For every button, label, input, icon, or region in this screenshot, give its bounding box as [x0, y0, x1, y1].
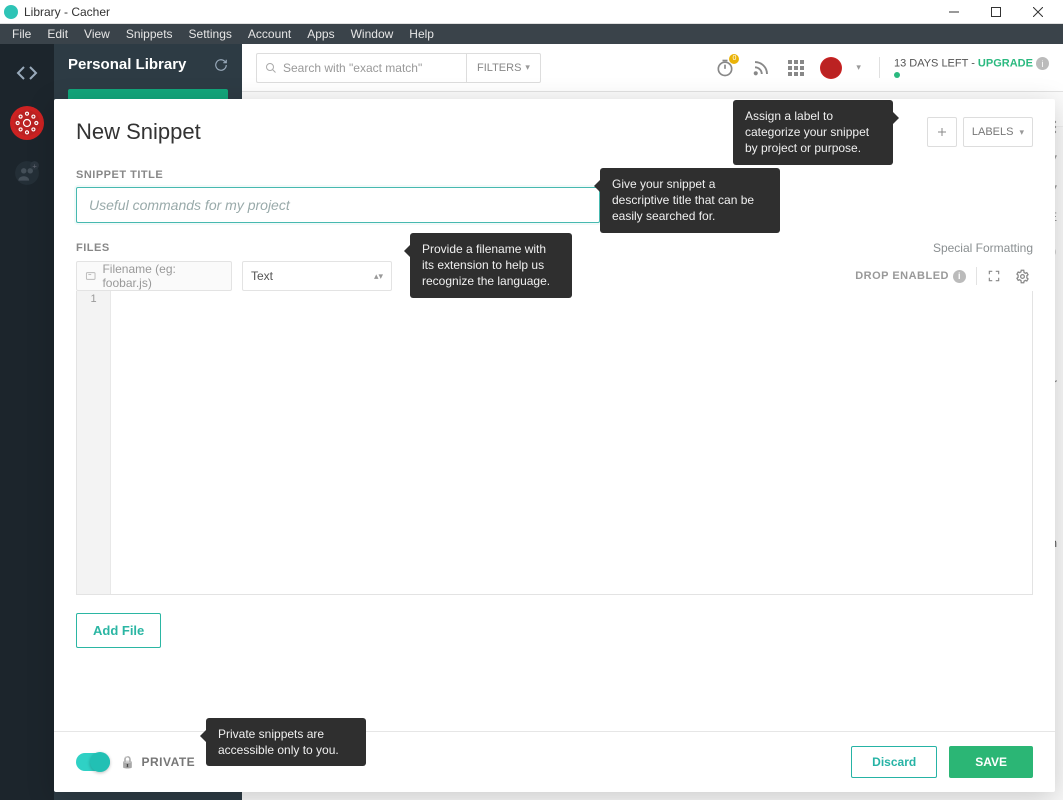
fullscreen-icon[interactable] [987, 269, 1005, 283]
user-avatar[interactable] [820, 57, 842, 79]
modal-title: New Snippet [76, 119, 201, 145]
save-button[interactable]: SAVE [949, 746, 1033, 778]
code-editor[interactable]: 1 [76, 291, 1033, 595]
menu-apps[interactable]: Apps [299, 25, 342, 43]
window-title: Library - Cacher [24, 5, 110, 19]
snippet-title-input[interactable] [76, 187, 600, 223]
left-rail: + [0, 44, 54, 800]
menu-settings[interactable]: Settings [181, 25, 240, 43]
app-menubar: File Edit View Snippets Settings Account… [0, 24, 1063, 44]
drop-enabled-toggle[interactable]: DROP ENABLED i [855, 270, 966, 283]
lock-icon [120, 755, 135, 769]
window-maximize-button[interactable] [975, 0, 1017, 24]
filename-input[interactable]: Filename (eg: foobar.js) [76, 261, 232, 291]
files-section-label: FILES [76, 242, 110, 254]
filters-button[interactable]: FILTERS▾ [466, 53, 541, 83]
filename-placeholder: Filename (eg: foobar.js) [102, 262, 223, 290]
rss-icon[interactable] [750, 57, 772, 79]
timer-icon[interactable]: 0 [714, 57, 736, 79]
labels-dropdown[interactable]: LABELS▾ [963, 117, 1033, 147]
user-menu-chevron-icon[interactable]: ▾ [856, 62, 861, 73]
window-titlebar: Library - Cacher [0, 0, 1063, 24]
menu-help[interactable]: Help [401, 25, 442, 43]
rail-snippets-icon[interactable] [10, 56, 44, 90]
private-toggle[interactable] [76, 753, 110, 771]
search-placeholder: Search with "exact match" [283, 61, 422, 75]
status-dot-icon [894, 72, 900, 78]
private-label: PRIVATE [120, 755, 195, 769]
discard-button[interactable]: Discard [851, 746, 937, 778]
menu-window[interactable]: Window [343, 25, 402, 43]
menu-view[interactable]: View [76, 25, 118, 43]
line-number: 1 [77, 291, 110, 305]
rail-add-team-icon[interactable]: + [10, 156, 44, 190]
title-section-label: SNIPPET TITLE [76, 169, 1033, 181]
svg-text:+: + [32, 162, 37, 171]
editor-gutter: 1 [77, 291, 111, 594]
menu-account[interactable]: Account [240, 25, 299, 43]
language-select[interactable]: Text ▴▾ [242, 261, 392, 291]
window-close-button[interactable] [1017, 0, 1059, 24]
add-label-button[interactable] [927, 117, 957, 147]
menu-snippets[interactable]: Snippets [118, 25, 181, 43]
menu-edit[interactable]: Edit [39, 25, 76, 43]
editor-textarea[interactable] [111, 291, 1032, 594]
refresh-icon[interactable] [214, 58, 228, 72]
rail-avatar-icon[interactable] [10, 106, 44, 140]
info-icon: i [953, 270, 966, 283]
search-input[interactable]: Search with "exact match" [256, 53, 466, 83]
chevron-updown-icon: ▴▾ [374, 271, 383, 282]
apps-grid-icon[interactable] [786, 58, 806, 78]
timer-badge: 0 [729, 54, 739, 64]
trial-status[interactable]: 13 DAYS LEFT - UPGRADE i [879, 57, 1049, 78]
menu-file[interactable]: File [4, 25, 39, 43]
sidebar-title: Personal Library [68, 56, 186, 73]
special-formatting-link[interactable]: Special Formatting [933, 241, 1033, 255]
window-minimize-button[interactable] [933, 0, 975, 24]
new-snippet-modal: New Snippet LABELS▾ SNIPPET TITLE FILES … [54, 99, 1055, 792]
info-icon: i [1036, 57, 1049, 70]
gear-icon[interactable] [1015, 269, 1033, 284]
app-icon [4, 5, 18, 19]
add-file-button[interactable]: Add File [76, 613, 161, 648]
